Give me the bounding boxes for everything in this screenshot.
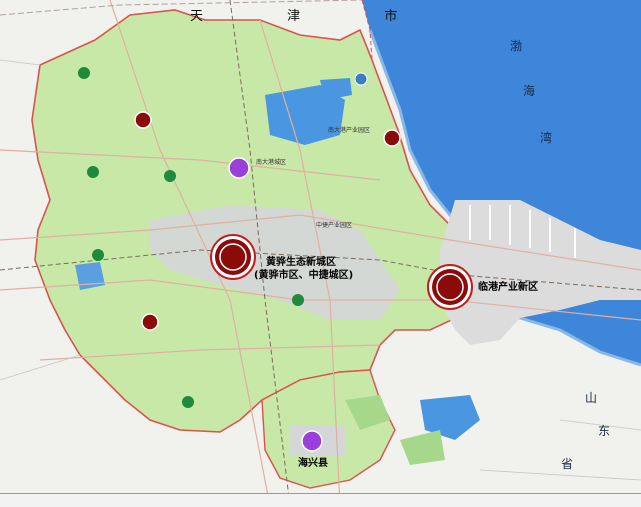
huanghua-new-city-label: 黄骅生态新城区 xyxy=(266,257,336,268)
huanghua-new-city-marker[interactable] xyxy=(210,234,256,280)
planning-map: 天 津 市 渤 海 湾 山 东 省 黄骅生态新城区 (黄骅市区、中捷城区) 临港… xyxy=(0,0,641,507)
huanghua-new-city-sub-label: (黄骅市区、中捷城区) xyxy=(254,270,354,281)
shandong-label-1: 山 xyxy=(585,391,598,405)
bohai-label-2: 海 xyxy=(523,84,536,98)
tianjin-label: 天 津 市 xyxy=(190,9,438,24)
reservoir-4 xyxy=(75,262,105,290)
lingang-new-area-label: 临港产业新区 xyxy=(478,282,538,293)
lingang-new-area-marker[interactable] xyxy=(427,264,473,310)
ecological-city-marker[interactable] xyxy=(354,72,368,86)
bohai-label-3: 湾 xyxy=(540,131,553,145)
bohai-label-1: 渤 xyxy=(510,39,523,53)
haixing-county-label: 海兴县 xyxy=(298,458,328,469)
shandong-label-3: 省 xyxy=(561,457,574,471)
shandong-label-2: 东 xyxy=(598,424,611,438)
bottom-strip xyxy=(0,493,641,507)
zhongjie-industrial-label: 中捷产业园区 xyxy=(316,222,353,229)
nandagang-industrial-label: 南大港产业园区 xyxy=(328,127,371,134)
map-canvas xyxy=(0,0,641,506)
nandagang-city-label: 南大港城区 xyxy=(256,159,287,166)
